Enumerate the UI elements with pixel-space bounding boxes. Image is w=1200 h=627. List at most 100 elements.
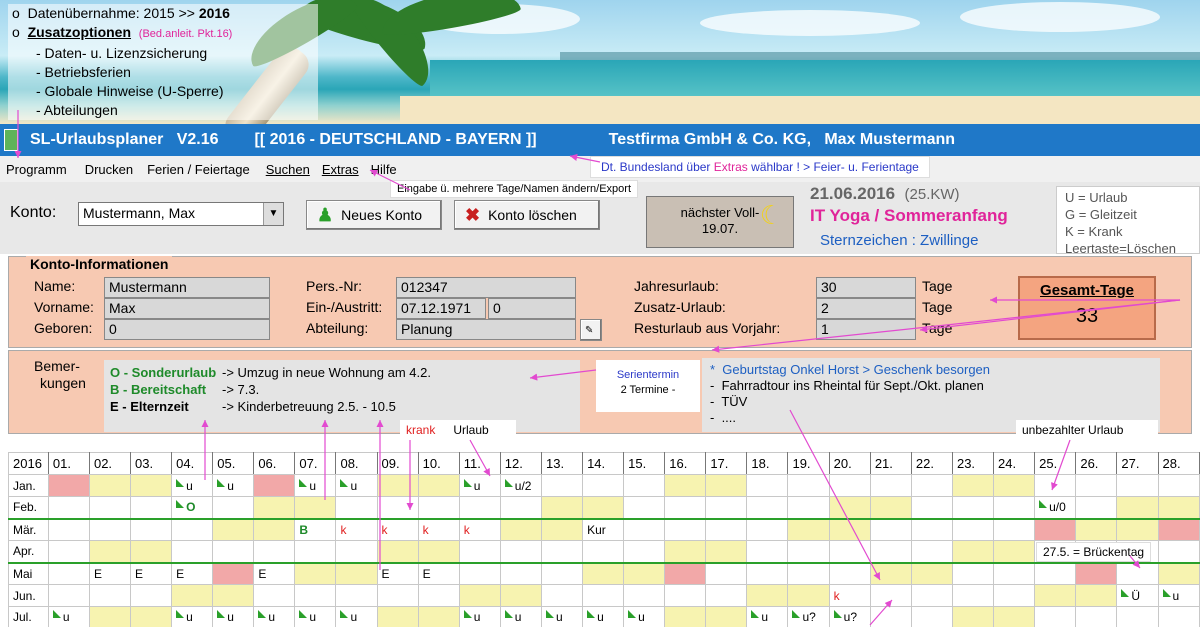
day-cell[interactable] [88,606,132,627]
day-cell[interactable] [746,496,789,520]
day-cell[interactable] [746,474,789,497]
day-cell[interactable] [910,540,953,564]
day-cell[interactable] [1116,518,1159,541]
austritt-field[interactable]: 0 [488,298,576,319]
day-cell[interactable] [88,518,132,541]
day-cell[interactable] [664,562,707,585]
day-cell[interactable]: E [417,562,460,585]
day-cell[interactable] [540,540,584,564]
day-cell[interactable] [951,562,995,585]
day-cell[interactable]: u [294,606,337,627]
day-cell[interactable] [1034,584,1077,607]
day-cell[interactable] [88,496,132,520]
day-cell[interactable] [212,518,255,541]
serial-appointment-box[interactable]: Serientermin 2 Termine - [596,360,700,412]
day-cell[interactable] [746,562,789,585]
day-cell[interactable] [458,584,501,607]
day-cell[interactable]: k [376,518,419,541]
day-cell[interactable] [705,584,748,607]
day-cell[interactable] [910,518,953,541]
day-cell[interactable] [869,562,912,585]
day-cell[interactable] [130,496,173,520]
day-cell[interactable] [910,496,953,520]
day-cell[interactable] [623,496,666,520]
day-cell[interactable] [787,474,830,497]
day-cell[interactable] [582,474,625,497]
day-cell[interactable] [623,584,666,607]
day-cell[interactable]: u [1157,584,1200,607]
name-field[interactable]: Mustermann [104,277,270,298]
day-cell[interactable] [582,540,625,564]
day-cell[interactable] [746,518,789,541]
day-cell[interactable] [787,562,830,585]
day-cell[interactable] [417,606,460,627]
day-cell[interactable] [1034,474,1077,497]
day-cell[interactable] [623,540,666,564]
day-cell[interactable]: u [212,474,255,497]
day-cell[interactable] [294,584,337,607]
menu-programm[interactable]: Programm [0,162,73,177]
day-cell[interactable] [212,584,255,607]
day-cell[interactable]: u [582,606,625,627]
day-cell[interactable] [253,474,296,497]
day-cell[interactable] [993,584,1036,607]
day-cell[interactable] [705,606,748,627]
day-cell[interactable] [335,540,378,564]
menu-suchen[interactable]: Suchen [260,162,316,177]
day-cell[interactable] [664,584,707,607]
day-cell[interactable] [1116,474,1159,497]
day-cell[interactable] [88,540,132,564]
day-cell[interactable] [1116,496,1159,520]
day-cell[interactable] [664,518,707,541]
day-cell[interactable] [1075,474,1118,497]
day-cell[interactable] [335,496,378,520]
day-cell[interactable] [540,496,584,520]
day-cell[interactable] [951,474,995,497]
day-cell[interactable] [1157,496,1200,520]
day-cell[interactable] [458,562,501,585]
day-cell[interactable] [88,584,132,607]
day-cell[interactable]: u/2 [499,474,542,497]
day-cell[interactable] [951,584,995,607]
vorname-field[interactable]: Max [104,298,270,319]
menu-ferien-feiertage[interactable]: Ferien / Feiertage [141,162,256,177]
day-cell[interactable]: u [171,474,214,497]
day-cell[interactable] [664,474,707,497]
konto-select[interactable]: Mustermann, Max ▼ [78,202,284,226]
abteilung-field[interactable]: Planung [396,319,576,340]
day-cell[interactable]: k [828,584,871,607]
day-cell[interactable] [1034,606,1077,627]
day-cell[interactable] [910,562,953,585]
day-cell[interactable] [993,540,1036,564]
day-cell[interactable] [171,584,214,607]
day-cell[interactable]: u [458,474,501,497]
delete-account-button[interactable]: ✖ Konto löschen [454,200,600,230]
day-cell[interactable] [458,496,501,520]
day-cell[interactable] [376,474,419,497]
day-cell[interactable] [910,606,953,627]
day-cell[interactable] [47,540,90,564]
day-cell[interactable] [705,496,748,520]
day-cell[interactable] [253,518,296,541]
day-cell[interactable]: Ü [1116,584,1159,607]
day-cell[interactable]: u [540,606,584,627]
day-cell[interactable] [828,496,871,520]
day-cell[interactable]: E [253,562,296,585]
day-cell[interactable] [787,518,830,541]
day-cell[interactable] [993,474,1036,497]
day-cell[interactable]: u [171,606,214,627]
day-cell[interactable]: B [294,518,337,541]
day-cell[interactable] [253,496,296,520]
day-cell[interactable] [1157,606,1200,627]
day-cell[interactable]: u [294,474,337,497]
day-cell[interactable] [705,562,748,585]
day-cell[interactable] [1034,562,1077,585]
day-cell[interactable]: u? [787,606,830,627]
day-cell[interactable] [417,584,460,607]
day-cell[interactable] [47,496,90,520]
day-cell[interactable]: E [130,562,173,585]
day-cell[interactable]: k [458,518,501,541]
day-cell[interactable] [869,584,912,607]
day-cell[interactable] [294,562,337,585]
day-cell[interactable] [828,540,871,564]
